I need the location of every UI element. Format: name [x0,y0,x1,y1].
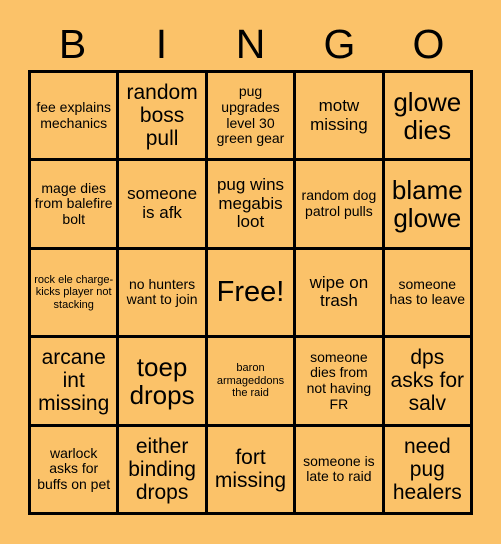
bingo-cell-r2c4[interactable]: random dog patrol pulls [296,161,385,250]
bingo-cell-label: fee explains mechanics [36,99,112,131]
bingo-cell-label: dps asks for salv [390,346,465,416]
bingo-cell-r4c5[interactable]: dps asks for salv [384,338,473,427]
bingo-cell-r1c1[interactable]: fee explains mechanics [31,73,120,162]
bingo-cell-label: Free! [216,276,285,309]
bingo-cell-r5c4[interactable]: someone is late to raid [296,426,385,515]
bingo-cell-label: pug upgrades level 30 green gear [216,83,285,147]
bingo-cell-r2c5[interactable]: blame glowe [384,161,473,250]
bingo-cell-r1c5[interactable]: glowe dies [384,73,473,162]
bingo-cell-r3c5[interactable]: someone has to leave [384,249,473,339]
bingo-cell-label: someone is afk [127,184,198,223]
bingo-cell-free[interactable]: Free! [207,249,297,339]
bingo-cell-label: mage dies from balefire bolt [34,179,113,227]
bingo-cell-r1c4[interactable]: motw missing [296,73,385,162]
bingo-cell-label: baron armageddons the raid [216,361,285,400]
bingo-cell-r4c2[interactable]: toep drops [119,338,208,427]
bingo-cell-label: pug wins megabis loot [216,175,285,232]
bingo-cell-r4c1[interactable]: arcane int missing [31,338,120,427]
bingo-cell-r5c3[interactable]: fort missing [207,426,297,515]
bingo-cell-label: warlock asks for buffs on pet [37,444,111,493]
bingo-cell-label: arcane int missing [38,346,110,416]
bingo-cell-label: random dog patrol pulls [301,187,377,220]
bingo-cell-label: no hunters want to join [126,275,198,308]
bingo-cell-label: someone is late to raid [303,452,375,485]
bingo-cell-label: glowe dies [393,86,462,145]
bingo-cell-label: blame glowe [391,175,463,234]
bingo-cell-r1c2[interactable]: random boss pull [119,73,208,162]
bingo-cell-r3c4[interactable]: wipe on trash [296,249,385,339]
bingo-cell-r4c4[interactable]: someone dies from not having FR [296,338,385,427]
bingo-letter-g: G [323,20,356,67]
bingo-cell-label: someone has to leave [389,275,466,308]
bingo-cell-label: toep drops [129,351,195,410]
bingo-cell-label: wipe on trash [309,272,369,311]
bingo-letter-o: O [412,20,445,67]
bingo-cell-r5c5[interactable]: need pug healers [384,426,473,515]
bingo-cell-label: fort missing [214,446,287,493]
bingo-cell-label: random boss pull [126,81,198,151]
bingo-cell-r2c1[interactable]: mage dies from balefire bolt [31,161,120,250]
bingo-cell-r4c3[interactable]: baron armageddons the raid [207,338,297,427]
bingo-cell-r2c2[interactable]: someone is afk [119,161,208,250]
bingo-cell-label: need pug healers [392,434,462,504]
bingo-cell-r2c3[interactable]: pug wins megabis loot [207,161,297,250]
bingo-letter-n: N [235,20,266,67]
bingo-cell-r3c2[interactable]: no hunters want to join [119,249,208,339]
bingo-cell-label: either binding drops [128,434,196,504]
bingo-header: B I N G O [28,18,473,70]
bingo-letter-b: B [58,20,87,67]
bingo-letter-i: I [155,20,168,67]
bingo-cell-r3c1[interactable]: rock ele charge-kicks player not stackin… [31,249,120,339]
bingo-cell-r5c2[interactable]: either binding drops [119,426,208,515]
bingo-card: B I N G O fee explains mechanics random b… [0,0,501,544]
bingo-cell-label: motw missing [310,96,368,134]
bingo-cell-label: rock ele charge-kicks player not stackin… [34,273,114,311]
bingo-cell-r5c1[interactable]: warlock asks for buffs on pet [31,426,120,515]
bingo-grid: fee explains mechanics random boss pull pu… [28,70,473,515]
bingo-cell-r1c3[interactable]: pug upgrades level 30 green gear [207,73,297,162]
bingo-cell-label: someone dies from not having FR [306,348,372,412]
